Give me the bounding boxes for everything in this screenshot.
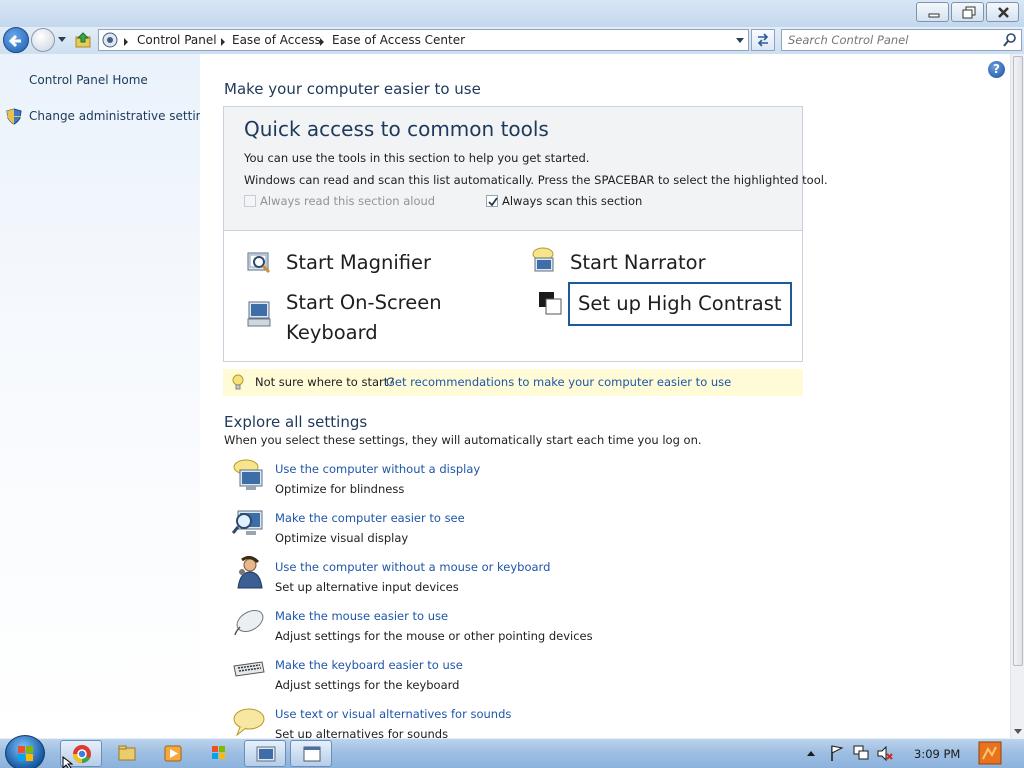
chevron-right-icon[interactable] <box>320 38 324 46</box>
media-player-icon <box>164 745 182 762</box>
left-navigation-pane: Control Panel Home Change administrative… <box>0 54 217 738</box>
mouse-icon <box>234 610 264 636</box>
set-up-high-contrast-link[interactable]: Set up High Contrast <box>568 282 792 326</box>
close-button[interactable] <box>986 2 1019 22</box>
taskbar-explorer-button[interactable] <box>106 740 148 767</box>
help-icon[interactable]: ? <box>988 61 1005 78</box>
mouse-cursor-icon <box>62 756 74 768</box>
refresh-button[interactable] <box>751 29 775 51</box>
on-screen-keyboard-label-line2: Keyboard <box>286 321 378 344</box>
item-desc-without-display: Optimize for blindness <box>275 482 405 496</box>
recent-pages-dropdown[interactable] <box>58 37 66 42</box>
narrator-icon <box>532 247 554 272</box>
item-desc-keyboard-easier: Adjust settings for the keyboard <box>275 678 460 692</box>
taskbar: 3:09 PM <box>0 735 1024 768</box>
search-icon[interactable] <box>1003 33 1017 47</box>
speech-bubble-icon <box>233 708 265 737</box>
on-screen-keyboard-label-line1: Start On-Screen <box>286 291 442 314</box>
forward-button[interactable] <box>31 28 55 52</box>
chevron-right-icon[interactable] <box>221 38 225 46</box>
start-button[interactable] <box>5 735 45 768</box>
get-recommendations-link[interactable]: Get recommendations to make your compute… <box>386 375 731 389</box>
read-aloud-checkbox[interactable] <box>244 195 256 207</box>
volume-muted-icon[interactable] <box>876 745 894 763</box>
windows-flag-icon <box>212 746 225 759</box>
taskbar-windows-button[interactable] <box>198 740 240 767</box>
high-contrast-icon <box>539 292 562 315</box>
clock[interactable]: 3:09 PM <box>914 747 960 761</box>
refresh-icon <box>757 33 769 47</box>
checkmark-icon <box>488 197 498 207</box>
item-desc-without-mouse-keyboard: Set up alternative input devices <box>275 580 459 594</box>
scan-label: Always scan this section <box>502 194 643 208</box>
scroll-down-arrow-icon[interactable] <box>1014 729 1022 734</box>
page-heading: Make your computer easier to use <box>224 80 481 98</box>
explore-settings-heading: Explore all settings <box>224 413 368 431</box>
quick-access-description: You can use the tools in this section to… <box>244 151 590 165</box>
show-hidden-icons-icon[interactable] <box>806 749 816 757</box>
breadcrumb-ease-of-access-center[interactable]: Ease of Access Center <box>332 33 465 47</box>
person-icon <box>237 556 263 589</box>
hint-text: Not sure where to start? <box>255 375 395 389</box>
arrow-left-icon <box>8 34 21 48</box>
explore-settings-description: When you select these settings, they wil… <box>224 433 702 447</box>
magnifier-icon <box>247 252 271 274</box>
quick-access-scan-info: Windows can read and scan this list auto… <box>244 173 828 187</box>
taskbar-media-player-button[interactable] <box>152 740 194 767</box>
read-aloud-label: Always read this section aloud <box>260 194 436 208</box>
minimize-button[interactable] <box>916 2 949 22</box>
search-input[interactable] <box>788 32 988 48</box>
item-desc-easier-to-see: Optimize visual display <box>275 531 409 545</box>
network-icon[interactable] <box>852 744 870 762</box>
item-link-without-mouse-keyboard[interactable]: Use the computer without a mouse or keyb… <box>275 560 550 574</box>
breadcrumb-control-panel[interactable]: Control Panel <box>137 33 217 47</box>
window-icon <box>303 746 321 762</box>
start-narrator-link[interactable]: Start Narrator <box>570 248 706 278</box>
search-box[interactable] <box>781 29 1022 51</box>
item-link-sound-alternatives[interactable]: Use text or visual alternatives for soun… <box>275 707 511 721</box>
control-panel-home-link[interactable]: Control Panel Home <box>29 73 148 87</box>
vertical-scrollbar[interactable] <box>1010 54 1024 738</box>
windows-logo-icon <box>18 746 33 761</box>
quick-access-title: Quick access to common tools <box>244 117 549 141</box>
start-magnifier-link[interactable]: Start Magnifier <box>286 248 431 278</box>
item-desc-mouse-easier: Adjust settings for the mouse or other p… <box>275 629 593 643</box>
restore-icon <box>962 6 976 19</box>
monitor-speech-icon <box>233 459 263 490</box>
item-link-without-display[interactable]: Use the computer without a display <box>275 462 480 476</box>
folder-icon <box>118 745 136 761</box>
navigation-bar: Control Panel Ease of Access Ease of Acc… <box>0 27 1024 54</box>
control-panel-icon <box>102 32 118 48</box>
item-link-easier-to-see[interactable]: Make the computer easier to see <box>275 511 465 525</box>
monitor-magnifier-icon <box>232 510 263 535</box>
quick-access-panel: Quick access to common tools You can use… <box>223 106 828 362</box>
back-button[interactable] <box>3 27 29 53</box>
close-icon <box>998 7 1009 18</box>
breadcrumb-ease-of-access[interactable]: Ease of Access <box>232 33 321 47</box>
scrollbar-thumb[interactable] <box>1013 56 1023 666</box>
control-panel-icon <box>256 746 276 762</box>
title-bar <box>0 0 1024 27</box>
on-screen-keyboard-icon <box>247 301 271 327</box>
lightbulb-icon <box>232 374 244 390</box>
show-desktop-icon[interactable] <box>976 739 1006 768</box>
minimize-icon <box>928 13 940 18</box>
scan-checkbox[interactable] <box>486 195 498 207</box>
up-folder-icon[interactable] <box>75 32 92 48</box>
restore-button[interactable] <box>951 2 984 22</box>
start-on-screen-keyboard-link[interactable]: Start On-Screen Keyboard <box>286 288 442 348</box>
address-dropdown-icon[interactable] <box>736 38 744 43</box>
shield-icon <box>6 108 22 125</box>
keyboard-icon <box>233 661 265 677</box>
recommendation-bar: Not sure where to start? Get recommendat… <box>223 369 803 396</box>
address-bar[interactable]: Control Panel Ease of Access Ease of Acc… <box>98 29 749 51</box>
chevron-right-icon <box>124 38 128 46</box>
taskbar-window-button[interactable] <box>290 740 332 767</box>
taskbar-control-panel-button[interactable] <box>244 740 286 767</box>
item-link-mouse-easier[interactable]: Make the mouse easier to use <box>275 609 448 623</box>
item-link-keyboard-easier[interactable]: Make the keyboard easier to use <box>275 658 463 672</box>
action-center-flag-icon[interactable] <box>829 744 845 762</box>
quick-access-header: Quick access to common tools You can use… <box>224 107 828 231</box>
change-admin-settings-link[interactable]: Change administrative settings <box>29 109 217 123</box>
